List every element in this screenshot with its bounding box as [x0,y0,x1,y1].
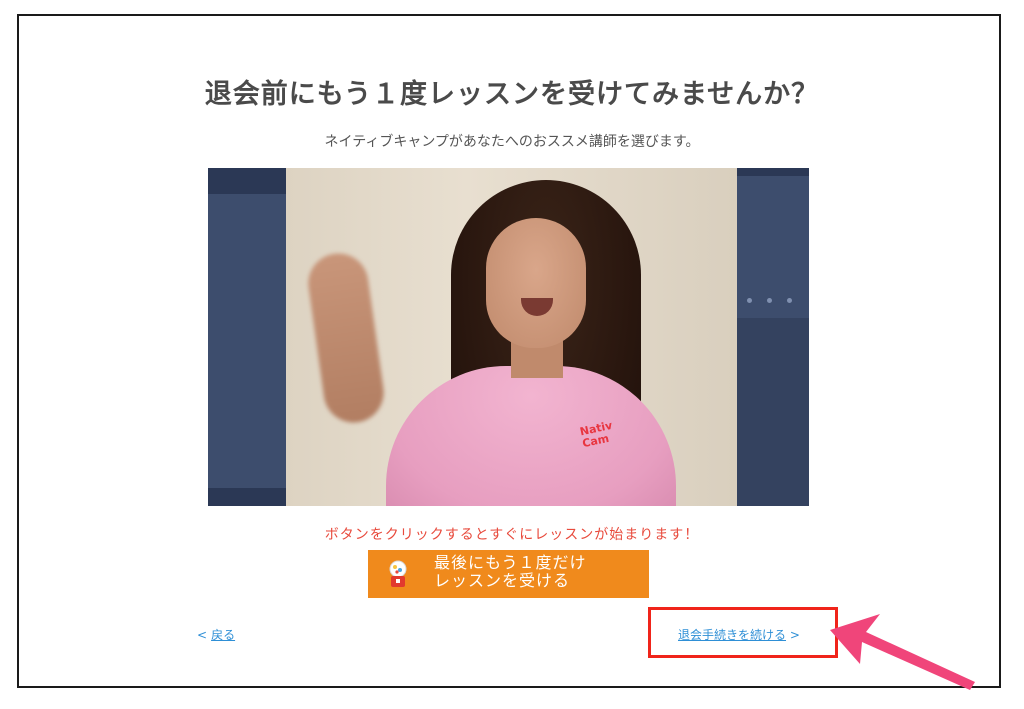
video-scene: Nativ Cam [286,168,737,506]
control-dot-icon [767,298,772,303]
video-left-panel [208,168,286,506]
take-one-more-lesson-button[interactable]: 最後にもう１度だけ レッスンを受ける [368,550,649,598]
page-title: 退会前にもう１度レッスンを受けてみませんか？ [204,79,820,110]
continue-cancellation-link[interactable]: 退会手続きを続ける > [678,626,800,643]
teacher-video[interactable]: Nativ Cam [208,168,809,506]
start-lesson-prompt: ボタンをクリックするとすぐにレッスンが始まります！ [324,527,700,543]
teacher-raised-hand [304,249,388,427]
cta-label: 最後にもう１度だけ レッスンを受ける [434,555,587,590]
control-dot-icon [787,298,792,303]
pointer-arrow-icon [830,614,975,690]
teacher-face [486,218,586,348]
back-link[interactable]: < 戻る [197,626,235,643]
video-right-panel [737,168,809,506]
chevron-right-icon: > [789,628,800,642]
continue-label: 退会手続きを続ける [678,628,787,642]
gacha-capsule-icon [389,560,407,587]
control-dot-icon [747,298,752,303]
page-subtitle: ネイティブキャンプがあなたへのおススメ講師を選びます。 [324,134,700,150]
chevron-left-icon: < [197,628,208,642]
back-label: 戻る [211,628,236,642]
